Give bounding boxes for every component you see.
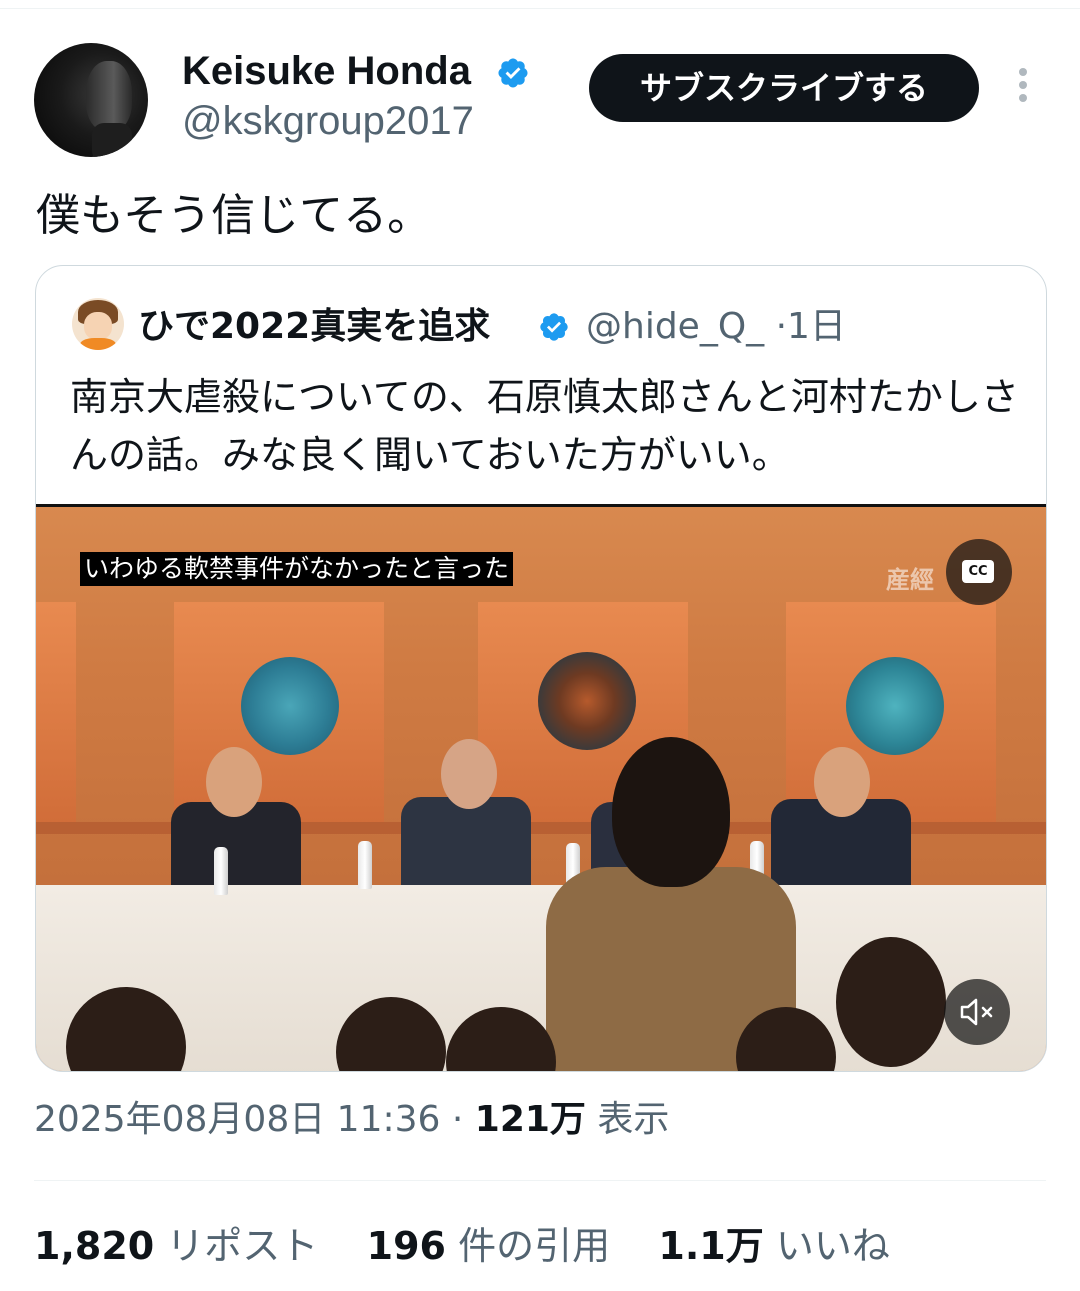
panelist-head	[814, 747, 870, 817]
quoted-author-handle[interactable]: @hide_Q_ ·1日	[586, 302, 846, 352]
quotes-label: 件の引用	[458, 1224, 611, 1268]
stats-divider	[34, 1180, 1046, 1181]
avatar-neck	[92, 123, 132, 157]
wall-disc	[241, 657, 339, 755]
water-bottle	[214, 847, 228, 895]
cc-icon: CC	[962, 560, 994, 583]
avatar-face	[86, 61, 132, 131]
quotes-count: 196	[366, 1224, 446, 1268]
video-caption: いわゆる軟禁事件がなかったと言った	[80, 552, 514, 586]
quoted-tweet-card[interactable]: ひで2022真実を追求 @hide_Q_ ·1日 南京大虐殺についての、石原慎太…	[35, 265, 1047, 1072]
avatar-shirt	[80, 338, 116, 350]
wall-disc	[846, 657, 944, 755]
video-player[interactable]: いわゆる軟禁事件がなかったと言った 産經 CC	[36, 504, 1046, 1071]
quoted-author-avatar[interactable]	[72, 298, 124, 350]
engagement-stats: 1,820 リポスト 196 件の引用 1.1万 いいね	[34, 1220, 890, 1272]
author-avatar[interactable]	[34, 43, 148, 157]
verified-badge-icon	[540, 313, 568, 341]
tweet-meta: 2025年08月08日 11:36 · 121万 表示	[34, 1095, 669, 1145]
quotes-stat[interactable]: 196 件の引用	[367, 1224, 610, 1268]
tweet-timestamp[interactable]: 2025年08月08日 11:36	[34, 1099, 440, 1140]
meta-separator: ·	[440, 1099, 475, 1140]
wall-disc	[538, 652, 636, 750]
quoted-tweet-text: 南京大虐殺についての、石原慎太郎さんと河村たかしさんの話。みな良く聞いておいた方…	[70, 375, 1019, 477]
reposts-label: リポスト	[166, 1224, 319, 1268]
likes-stat[interactable]: 1.1万 いいね	[658, 1224, 889, 1268]
tweet-text: 僕もそう信じてる。	[36, 190, 432, 241]
audience-member-head	[612, 737, 730, 887]
panelist-head	[206, 747, 262, 817]
author-name[interactable]: Keisuke Honda	[182, 46, 471, 96]
view-count: 121万	[474, 1099, 586, 1140]
verified-badge-icon	[498, 58, 528, 88]
likes-label: いいね	[775, 1224, 890, 1268]
reposts-stat[interactable]: 1,820 リポスト	[34, 1224, 318, 1268]
broadcaster-watermark: 産經	[886, 566, 934, 594]
captions-button[interactable]: CC	[946, 539, 1012, 605]
panelist-head	[441, 739, 497, 809]
more-options-icon[interactable]	[1009, 68, 1037, 108]
quoted-author-name[interactable]: ひで2022真実を追求	[138, 302, 490, 352]
audience-head	[836, 937, 946, 1067]
wall-panel	[36, 602, 76, 832]
speaker-muted-icon	[960, 998, 993, 1026]
avatar-face	[84, 312, 112, 340]
reposts-count: 1,820	[34, 1224, 155, 1268]
author-handle[interactable]: @kskgroup2017	[182, 96, 474, 146]
view-label: 表示	[597, 1099, 670, 1140]
quoted-handle-text: @hide_Q_	[586, 306, 765, 347]
quoted-tweet-age: ·1日	[775, 306, 846, 347]
water-bottle	[358, 841, 372, 889]
top-divider	[0, 0, 1080, 9]
mute-button[interactable]	[944, 979, 1010, 1045]
likes-count: 1.1万	[658, 1224, 764, 1268]
subscribe-button[interactable]: サブスクライブする	[589, 54, 979, 122]
